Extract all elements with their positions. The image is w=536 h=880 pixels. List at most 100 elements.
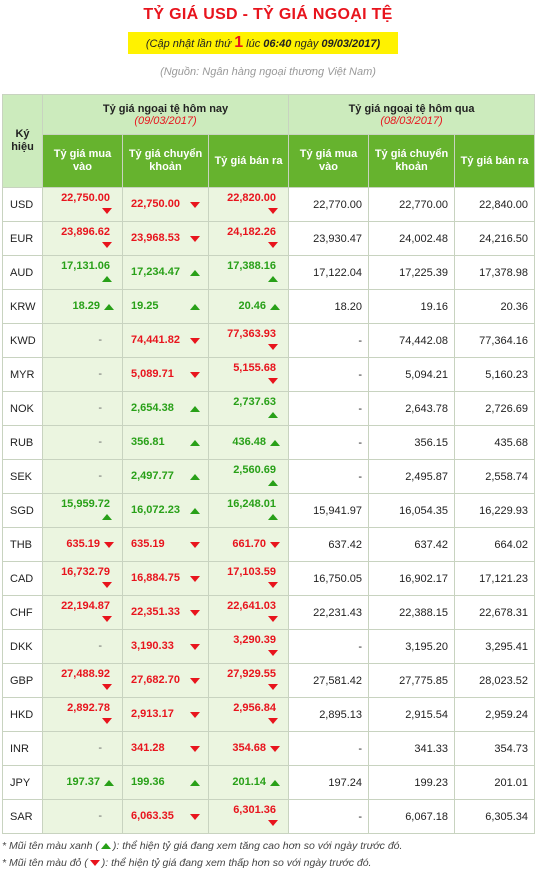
table-row: MYR -5,089.71 5,155.68-5,094.21 5,160.23 — [2, 357, 536, 392]
today-sell-cell: 5,155.68 — [207, 357, 290, 392]
arrow-down-icon — [268, 718, 279, 724]
yesterday-sell-cell: 2,959.24 — [454, 697, 536, 732]
yesterday-transfer-cell: 27,775.85 — [368, 663, 456, 698]
table-row: RUB -356.81 436.48-356.15 435.68 — [2, 425, 536, 460]
arrow-up-icon — [190, 508, 200, 514]
today-buy-value: 23,896.62 — [61, 226, 110, 238]
today-sell-value: 201.14 — [232, 776, 267, 788]
table-row: CAD 16,732.79 16,884.75 17,103.59 16,750.05 1… — [2, 561, 536, 596]
today-transfer-value: 356.81 — [131, 436, 165, 448]
currency-code: SEK — [2, 459, 43, 494]
currency-code: KWD — [2, 323, 43, 358]
today-buy-value: - — [98, 368, 102, 380]
arrow-down-icon — [190, 644, 200, 650]
today-transfer-cell: 2,913.17 — [122, 697, 209, 732]
arrow-up-icon — [268, 514, 279, 520]
arrow-down-icon — [102, 242, 112, 248]
today-transfer-value: 6,063.35 — [131, 810, 174, 822]
table-row: KRW 18.29 19.25 20.46 18.20 19.16 20.36 — [2, 289, 536, 324]
yesterday-buy-cell: 16,750.05 — [288, 561, 370, 596]
arrow-down-icon — [268, 616, 279, 622]
yesterday-sell-cell: 22,840.00 — [454, 187, 536, 222]
currency-code: EUR — [2, 221, 43, 256]
today-sell-value: 354.68 — [232, 742, 267, 754]
table-row: EUR 23,896.62 23,968.53 24,182.26 23,930.47 2… — [2, 221, 536, 256]
today-buy-cell: 18.29 — [42, 289, 123, 324]
legend-up-note: * Mũi tên màu xanh (): thể hiện tỷ giá đ… — [2, 840, 403, 852]
table-row: AUD 17,131.06 17,234.47 17,388.16 17,122.04 1… — [2, 255, 536, 290]
today-buy-value: 22,194.87 — [61, 600, 110, 612]
today-buy-value: 22,750.00 — [61, 192, 110, 204]
today-buy-value: - — [98, 470, 102, 482]
yesterday-transfer-cell: 341.33 — [368, 731, 456, 766]
table-row: INR -341.28 354.68-341.33 354.73 — [2, 731, 536, 766]
yesterday-sell-cell: 17,121.23 — [454, 561, 536, 596]
arrow-up-icon — [104, 780, 114, 786]
today-sell-cell: 661.70 — [207, 527, 290, 562]
arrow-up-icon — [102, 514, 112, 520]
today-transfer-cell: 3,190.33 — [122, 629, 209, 664]
arrow-up-icon — [268, 276, 279, 282]
today-sell-value: 77,363.93 — [227, 328, 277, 340]
update-time: 06:40 — [263, 38, 292, 50]
today-transfer-cell: 22,351.33 — [122, 595, 209, 630]
yesterday-buy-cell: 15,941.97 — [288, 493, 370, 528]
arrow-up-icon — [270, 304, 281, 310]
yesterday-transfer-cell: 2,915.54 — [368, 697, 456, 732]
today-transfer-value: 74,441.82 — [131, 334, 180, 346]
yesterday-header: Tỷ giá ngoại tệ hôm qua (08/03/2017) — [288, 94, 536, 135]
today-buy-value: 18.29 — [72, 300, 100, 312]
yesterday-sell-cell: 20.36 — [454, 289, 536, 324]
yesterday-transfer-cell: 16,054.35 — [368, 493, 456, 528]
currency-code: SAR — [2, 799, 43, 834]
today-buy-cell: - — [42, 425, 123, 460]
arrow-down-icon — [190, 372, 200, 378]
today-transfer-value: 16,072.23 — [131, 504, 180, 516]
today-transfer-cell: 356.81 — [122, 425, 209, 460]
yesterday-sell-cell: 16,229.93 — [454, 493, 536, 528]
today-transfer-value: 23,968.53 — [131, 232, 180, 244]
yesterday-transfer-cell: 5,094.21 — [368, 357, 456, 392]
today-sell-value: 436.48 — [232, 436, 267, 448]
today-buy-value: 635.19 — [66, 538, 100, 550]
arrow-down-icon — [89, 860, 100, 867]
yesterday-sell-cell: 77,364.16 — [454, 323, 536, 358]
today-buy-cell: 22,194.87 — [42, 595, 123, 630]
yesterday-transfer-cell: 19.16 — [368, 289, 456, 324]
yesterday-transfer-cell: 356.15 — [368, 425, 456, 460]
today-sell-cell: 24,182.26 — [207, 221, 290, 256]
currency-code: RUB — [2, 425, 43, 460]
today-buy-cell: - — [42, 459, 123, 494]
today-buy-value: 27,488.92 — [61, 668, 110, 680]
today-sell-cell: 3,290.39 — [207, 629, 290, 664]
currency-code: THB — [2, 527, 43, 562]
today-buy-value: - — [98, 640, 102, 652]
yesterday-buy-cell: - — [288, 391, 370, 426]
yesterday-transfer-cell: 22,388.15 — [368, 595, 456, 630]
today-sell-cell: 20.46 — [207, 289, 290, 324]
today-transfer-value: 2,913.17 — [131, 708, 174, 720]
arrow-down-icon — [190, 576, 200, 582]
today-sell-value: 20.46 — [238, 300, 267, 312]
currency-code: USD — [2, 187, 43, 222]
page-title: TỶ GIÁ USD - TỶ GIÁ NGOẠI TỆ — [143, 6, 393, 23]
today-buy-value: 15,959.72 — [61, 498, 110, 510]
today-sell-cell: 27,929.55 — [207, 663, 290, 698]
yesterday-buy-cell: - — [288, 459, 370, 494]
arrow-down-icon — [268, 344, 279, 350]
today-sell-value: 2,737.63 — [233, 396, 277, 408]
today-transfer-cell: 341.28 — [122, 731, 209, 766]
currency-code: CHF — [2, 595, 43, 630]
today-transfer-value: 3,190.33 — [131, 640, 174, 652]
today-sell-cell: 2,560.69 — [207, 459, 290, 494]
table-row: USD 22,750.00 22,750.00 22,820.00 22,770.00 2… — [2, 187, 536, 222]
today-transfer-cell: 19.25 — [122, 289, 209, 324]
today-transfer-cell: 17,234.47 — [122, 255, 209, 290]
today-transfer-cell: 199.36 — [122, 765, 209, 800]
yesterday-sell-cell: 22,678.31 — [454, 595, 536, 630]
legend-down-note: * Mũi tên màu đỏ (): thể hiện tỷ giá đan… — [2, 857, 372, 869]
yesterday-buy-cell: - — [288, 357, 370, 392]
arrow-down-icon — [190, 338, 200, 344]
today-transfer-value: 5,089.71 — [131, 368, 174, 380]
yesterday-buy-header: Tỷ giá mua vào — [288, 134, 370, 188]
